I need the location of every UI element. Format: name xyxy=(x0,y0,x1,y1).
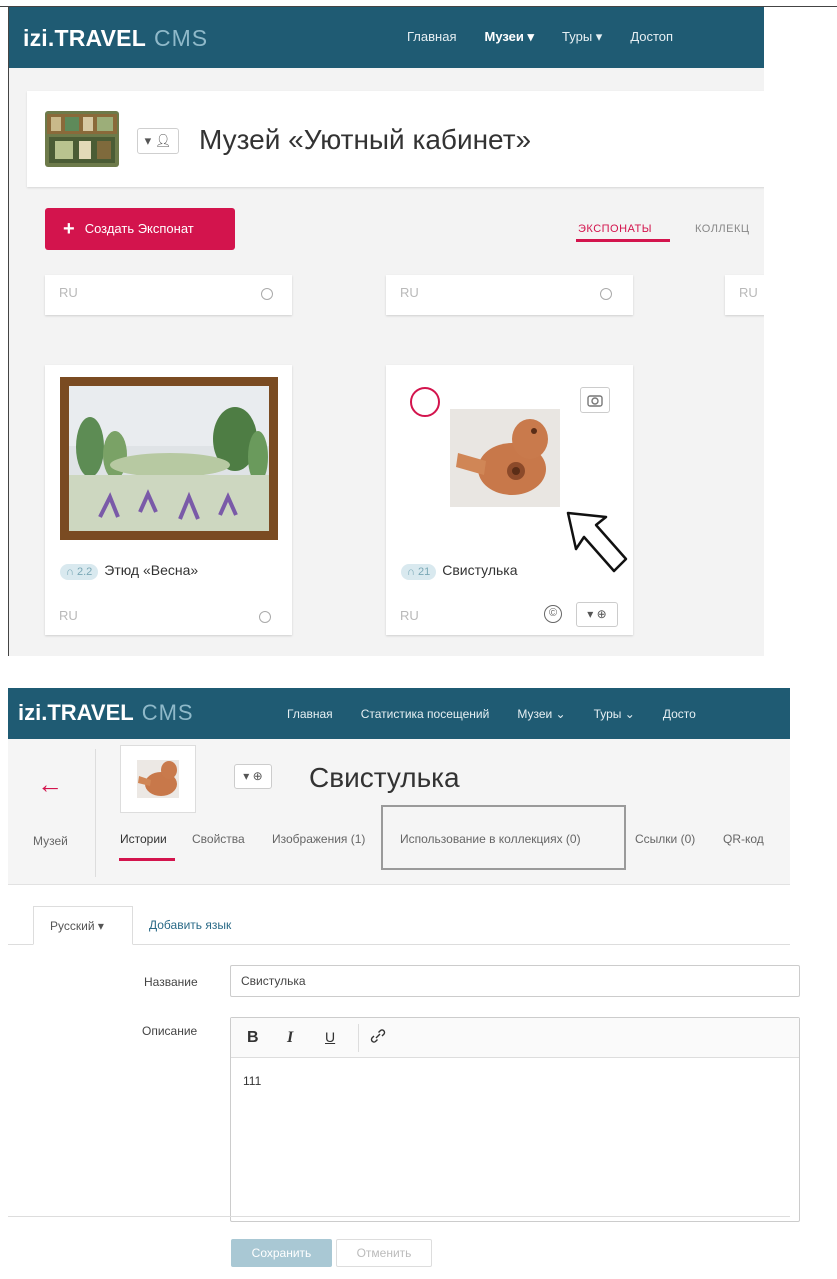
chevron-down-icon: ▾ xyxy=(587,607,594,621)
create-exhibit-button[interactable]: + Создать Экспонат xyxy=(45,208,235,250)
active-tab-underline xyxy=(576,239,670,242)
name-input[interactable]: Свистулька xyxy=(230,965,800,997)
nav-menu: Главная Статистика посещений Музеи ⌄ Туры ⌄… xyxy=(287,707,724,721)
publish-dropdown[interactable]: ▾ ⊕ xyxy=(234,764,272,789)
editor-toolbar: B I U xyxy=(231,1018,799,1058)
user-icon: 👤︎ xyxy=(154,133,172,148)
museum-title: Музей «Уютный кабинет» xyxy=(199,124,532,155)
globe-icon xyxy=(600,288,612,300)
brand-suffix: CMS xyxy=(141,700,194,725)
divider xyxy=(95,749,96,877)
top-navbar: izi.TRAVEL CMS Главная Статистика посещени… xyxy=(8,688,790,739)
globe-icon: ⊕ xyxy=(596,607,607,621)
underline-button[interactable]: U xyxy=(325,1029,335,1045)
description-label: Описание xyxy=(142,1024,198,1038)
exhibit-title: Свистулька xyxy=(309,762,460,793)
brand-logo[interactable]: izi.TRAVEL CMS xyxy=(23,25,208,52)
exhibit-card-etude[interactable]: ∩ 2.2 Этюд «Весна» RU xyxy=(45,365,292,635)
camera-icon[interactable] xyxy=(580,387,610,413)
brand-name: izi.TRAVEL xyxy=(23,25,146,51)
museum-list-view: izi.TRAVEL CMS Главная Музеи ▾ Туры ▾ Достоп xyxy=(9,7,764,656)
divider xyxy=(8,1216,790,1217)
nav-attractions[interactable]: Достоп xyxy=(630,29,673,44)
exhibit-image-painting xyxy=(60,377,278,540)
exhibit-title: ∩ 2.2 Этюд «Весна» xyxy=(60,562,198,580)
language-code: RU xyxy=(400,608,419,623)
tab-collections[interactable]: КОЛЛЕКЦ xyxy=(695,223,750,235)
exhibit-title: ∩ 21 Свистулька xyxy=(401,562,518,580)
create-exhibit-label: Создать Экспонат xyxy=(84,221,194,236)
pointer-arrow-icon xyxy=(556,503,636,588)
museum-thumbnail xyxy=(45,111,119,167)
publish-dropdown[interactable]: ▾ ⊕ xyxy=(576,602,618,627)
chevron-down-icon: ▾ xyxy=(243,769,250,783)
headphones-icon: ∩ xyxy=(66,566,74,578)
museum-header: ▾ 👤︎ Музей «Уютный кабинет» xyxy=(27,91,764,187)
audio-badge: ∩ 21 xyxy=(401,564,437,580)
badge-number: 21 xyxy=(417,566,431,578)
tab-exhibits[interactable]: ЭКСПОНАТЫ xyxy=(578,223,652,235)
language-code: RU xyxy=(59,608,78,623)
select-circle-icon[interactable] xyxy=(410,387,440,417)
nav-home[interactable]: Главная xyxy=(407,29,456,44)
headphones-icon: ∩ xyxy=(407,566,415,578)
language-code: RU xyxy=(400,285,419,300)
tab-qr-code[interactable]: QR-код xyxy=(723,832,764,846)
language-select[interactable]: Русский ▾ xyxy=(33,906,133,945)
nav-home[interactable]: Главная xyxy=(287,707,333,721)
nav-tours[interactable]: Туры ▾ xyxy=(562,29,602,44)
chevron-down-icon: ▾ xyxy=(144,133,152,148)
divider xyxy=(358,1024,359,1052)
badge-number: 2.2 xyxy=(76,566,93,578)
nav-tours[interactable]: Туры ⌄ xyxy=(594,707,635,721)
museum-list-panel: izi.TRAVEL CMS Главная Музеи ▾ Туры ▾ Достоп xyxy=(0,0,837,656)
tab-images[interactable]: Изображения (1) xyxy=(272,832,365,846)
audio-badge: ∩ 2.2 xyxy=(60,564,99,580)
globe-icon xyxy=(259,611,271,623)
link-icon[interactable] xyxy=(369,1027,387,1050)
exhibit-image-whistle xyxy=(450,409,560,507)
highlight-annotation-box xyxy=(381,805,626,870)
bold-button[interactable]: B xyxy=(247,1029,259,1047)
active-tab-underline xyxy=(119,858,175,861)
nav-statistics[interactable]: Статистика посещений xyxy=(361,707,490,721)
italic-button[interactable]: I xyxy=(287,1029,293,1047)
brand-logo[interactable]: izi.TRAVEL CMS xyxy=(18,700,194,726)
exhibit-card[interactable]: RU xyxy=(386,275,633,315)
language-code: RU xyxy=(739,285,758,300)
cancel-button[interactable]: Отменить xyxy=(336,1239,432,1267)
exhibit-title-text: Этюд «Весна» xyxy=(104,562,199,578)
globe-icon: ⊕ xyxy=(252,769,263,783)
name-label: Название xyxy=(144,975,198,989)
brand-suffix: CMS xyxy=(153,25,209,51)
exhibit-title-text: Свистулька xyxy=(442,562,518,578)
copyright-icon: © xyxy=(544,605,562,623)
globe-icon xyxy=(261,288,273,300)
add-language-link[interactable]: Добавить язык xyxy=(149,918,231,932)
tab-links[interactable]: Ссылки (0) xyxy=(635,832,695,846)
exhibit-thumbnail[interactable] xyxy=(120,745,196,813)
plus-icon: + xyxy=(63,218,75,240)
screenshot-root: izi.TRAVEL CMS Главная Музеи ▾ Туры ▾ Достоп xyxy=(0,0,837,1279)
save-button[interactable]: Сохранить xyxy=(231,1239,332,1267)
language-code: RU xyxy=(59,285,78,300)
exhibit-editor-panel: izi.TRAVEL CMS Главная Статистика посещени… xyxy=(8,688,800,1279)
tab-properties[interactable]: Свойства xyxy=(192,832,245,846)
description-text: 111 xyxy=(243,1074,262,1088)
nav-museums[interactable]: Музеи ▾ xyxy=(484,29,534,44)
breadcrumb-museum[interactable]: Музей xyxy=(33,834,68,848)
nav-attractions[interactable]: Досто xyxy=(663,707,696,721)
brand-name: izi.TRAVEL xyxy=(18,700,134,725)
description-editor[interactable]: B I U 111 xyxy=(230,1017,800,1222)
nav-museums[interactable]: Музеи ⌄ xyxy=(517,707,565,721)
tab-stories[interactable]: Истории xyxy=(120,832,167,846)
top-navbar: izi.TRAVEL CMS Главная Музеи ▾ Туры ▾ Достоп xyxy=(9,7,764,68)
back-arrow-icon[interactable]: ← xyxy=(37,769,63,800)
exhibit-card-whistle[interactable]: ∩ 21 Свистулька RU © ▾ ⊕ xyxy=(386,365,633,635)
exhibit-card[interactable]: RU xyxy=(45,275,292,315)
visibility-dropdown[interactable]: ▾ 👤︎ xyxy=(137,128,179,154)
exhibit-card[interactable]: RU xyxy=(725,275,764,315)
nav-menu: Главная Музеи ▾ Туры ▾ Достоп xyxy=(407,29,701,45)
